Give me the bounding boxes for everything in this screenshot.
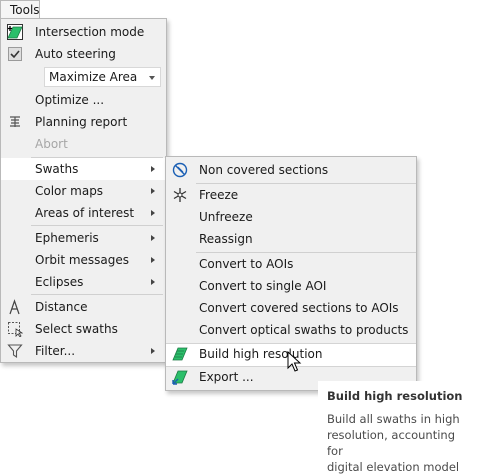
menu-item-convert-covered-sections[interactable]: Convert covered sections to AOIs: [166, 297, 416, 319]
menu-item-label: Freeze: [199, 188, 239, 202]
menu-separator: [31, 294, 163, 295]
menu-item-label: Optimize ...: [35, 93, 105, 107]
menu-item-reassign[interactable]: Reassign: [166, 228, 416, 250]
menu-item-auto-steering[interactable]: Auto steering: [1, 43, 166, 65]
mouse-cursor-icon: [287, 351, 302, 372]
build-high-resolution-icon: [172, 347, 188, 361]
menu-item-label: Areas of interest: [35, 206, 135, 220]
tooltip-line: Build all swaths in high: [327, 412, 460, 426]
menu-item-label: Distance: [35, 300, 88, 314]
menu-item-ephemeris[interactable]: Ephemeris: [1, 227, 166, 249]
tools-menu: Intersection mode Auto steering Maximize…: [0, 18, 167, 363]
menu-item-abort: Abort: [1, 133, 166, 155]
menu-item-intersection-mode[interactable]: Intersection mode: [1, 21, 166, 43]
select-region-icon: [8, 322, 23, 337]
menu-item-convert-optical-swaths[interactable]: Convert optical swaths to products: [166, 319, 416, 341]
menu-item-filter[interactable]: Filter...: [1, 340, 166, 362]
menu-item-swaths[interactable]: Swaths: [1, 158, 166, 180]
menu-separator: [31, 225, 163, 226]
menu-item-label: Non covered sections: [199, 163, 329, 177]
menu-item-label: Build high resolution: [199, 347, 323, 361]
menu-item-label: Abort: [35, 137, 68, 151]
menu-item-label: Reassign: [199, 232, 253, 246]
non-covered-icon: [172, 162, 188, 178]
menu-item-label: Auto steering: [35, 47, 116, 61]
menu-item-label: Planning report: [35, 115, 128, 129]
distance-icon: [9, 299, 20, 315]
chevron-right-icon: [151, 188, 155, 194]
menu-item-label: Convert to single AOI: [199, 279, 327, 293]
menu-item-optimize[interactable]: Optimize ...: [1, 89, 166, 111]
menubar-tools[interactable]: Tools: [0, 0, 40, 19]
menu-item-non-covered-sections[interactable]: Non covered sections: [166, 159, 416, 181]
menu-item-label: Convert to AOIs: [199, 257, 294, 271]
tooltip-line: digital elevation model: [327, 460, 460, 474]
snowflake-icon: [173, 188, 187, 202]
intersection-mode-icon: [7, 24, 23, 40]
menu-item-label: Export ...: [199, 370, 254, 384]
chevron-right-icon: [151, 166, 155, 172]
steering-mode-value: Maximize Area: [49, 70, 138, 84]
tooltip: Build high resolution Build all swaths i…: [318, 381, 478, 474]
tooltip-title: Build high resolution: [327, 389, 463, 403]
chevron-right-icon: [151, 235, 155, 241]
menu-item-convert-to-single-aoi[interactable]: Convert to single AOI: [166, 275, 416, 297]
menu-item-label: Convert optical swaths to products: [199, 323, 409, 337]
menu-item-orbit-messages[interactable]: Orbit messages: [1, 249, 166, 271]
menu-item-label: Intersection mode: [35, 25, 145, 39]
tooltip-line: resolution, accounting for: [327, 428, 455, 458]
menu-item-areas-of-interest[interactable]: Areas of interest: [1, 202, 166, 224]
steering-mode-select[interactable]: Maximize Area: [44, 67, 161, 87]
menu-item-planning-report[interactable]: Planning report: [1, 111, 166, 133]
menu-item-eclipses[interactable]: Eclipses: [1, 271, 166, 293]
chevron-right-icon: [151, 257, 155, 263]
menu-item-color-maps[interactable]: Color maps: [1, 180, 166, 202]
menu-item-label: Convert covered sections to AOIs: [199, 301, 399, 315]
export-icon: [172, 370, 188, 385]
menu-item-label: Select swaths: [35, 322, 118, 336]
chevron-right-icon: [151, 210, 155, 216]
chevron-right-icon: [151, 279, 155, 285]
chevron-right-icon: [151, 348, 155, 354]
menu-item-label: Swaths: [35, 162, 79, 176]
menu-item-convert-to-aois[interactable]: Convert to AOIs: [166, 253, 416, 275]
menu-item-label: Filter...: [35, 344, 76, 358]
menu-item-distance[interactable]: Distance: [1, 296, 166, 318]
chevron-down-icon: [149, 76, 155, 80]
report-icon: [10, 116, 20, 127]
menu-item-label: Unfreeze: [199, 210, 253, 224]
filter-icon: [7, 344, 23, 359]
menu-item-label: Color maps: [35, 184, 104, 198]
menu-item-label: Orbit messages: [35, 253, 130, 267]
menu-item-freeze[interactable]: Freeze: [166, 184, 416, 206]
checkbox-checked-icon: [8, 47, 22, 61]
menu-item-label: Ephemeris: [35, 231, 99, 245]
menu-item-select-swaths[interactable]: Select swaths: [1, 318, 166, 340]
menu-item-label: Eclipses: [35, 275, 84, 289]
menu-item-unfreeze[interactable]: Unfreeze: [166, 206, 416, 228]
